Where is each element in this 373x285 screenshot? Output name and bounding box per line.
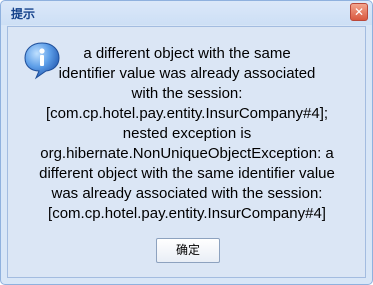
close-button[interactable]: ✕	[350, 3, 368, 21]
message-dialog: 提示 ✕ a different object with the same id…	[0, 0, 373, 285]
ok-button[interactable]: 确定	[156, 238, 220, 263]
dialog-message: a different object with the same identif…	[39, 45, 335, 222]
dialog-body: a different object with the same identif…	[7, 26, 366, 278]
close-icon: ✕	[353, 5, 365, 19]
dialog-title: 提示	[11, 7, 36, 21]
dialog-titlebar[interactable]: 提示 ✕	[1, 1, 372, 25]
